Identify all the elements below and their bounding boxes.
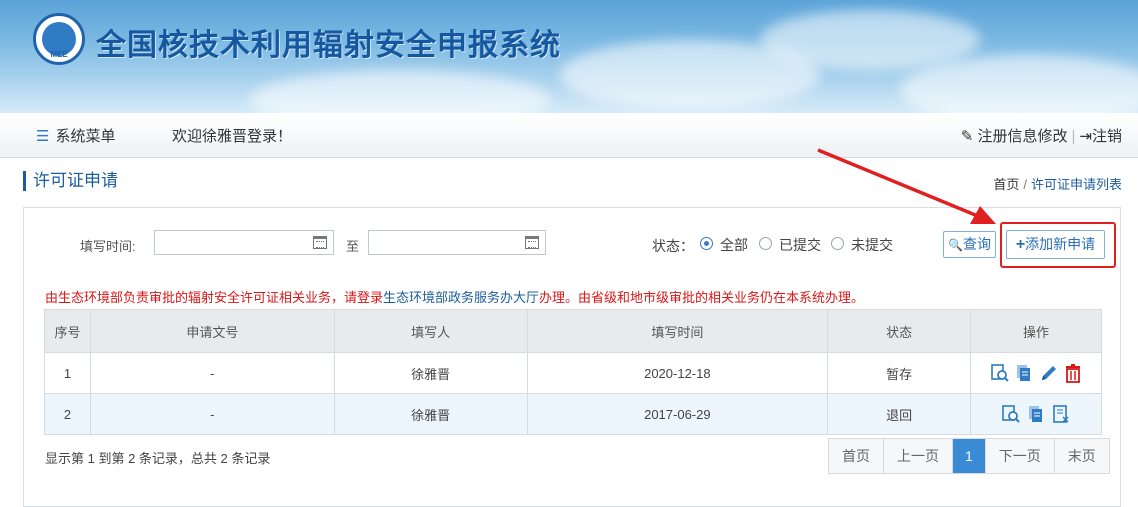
row-date: 2017-06-29 xyxy=(526,393,829,435)
status-radio-all[interactable] xyxy=(700,237,713,250)
status-option-submitted[interactable]: 已提交 xyxy=(779,235,821,255)
row-person: 徐雅晋 xyxy=(333,352,528,394)
col-doc: 申请文号 xyxy=(89,309,335,353)
logout-link[interactable]: ⇥注销 xyxy=(1079,128,1122,145)
nav-divider: | xyxy=(1071,128,1076,145)
view-icon[interactable] xyxy=(990,363,1010,383)
status-option-all[interactable]: 全部 xyxy=(720,235,748,255)
page-prev[interactable]: 上一页 xyxy=(884,439,953,473)
page-next[interactable]: 下一页 xyxy=(985,439,1055,473)
notice-after: 办理。由省级和地市级审批的相关业务仍在本系统办理。 xyxy=(539,290,865,305)
col-no: 序号 xyxy=(44,309,91,353)
mee-logo: MEE xyxy=(33,13,85,65)
breadcrumb-current: 许可证申请列表 xyxy=(1030,177,1122,192)
to-label: 至 xyxy=(346,239,360,254)
col-date: 填写时间 xyxy=(526,309,829,353)
table-row: 1 - 徐雅晋 2020-12-18 暂存 xyxy=(44,352,1102,394)
row-doc: - xyxy=(89,352,335,394)
notice-before: 由生态环境部负责审批的辐射安全许可证相关业务，请登录 xyxy=(45,290,384,305)
menu-list-icon: ☰ xyxy=(36,128,50,145)
highlight-box xyxy=(1000,222,1116,268)
logout-icon: ⇥ xyxy=(1079,128,1092,145)
page-current[interactable]: 1 xyxy=(953,439,986,473)
notice-text: 由生态环境部负责审批的辐射安全许可证相关业务，请登录生态环境部政务服务办大厅办理… xyxy=(45,287,864,306)
welcome-text: 欢迎徐雅晋登录！ xyxy=(172,128,293,145)
system-menu-button[interactable]: ☰ 系统菜单 xyxy=(36,125,115,146)
gov-service-link[interactable]: 生态环境部政务服务办大厅 xyxy=(383,290,539,305)
breadcrumb: 首页 / 许可证申请列表 xyxy=(993,177,1122,192)
page-last[interactable]: 末页 xyxy=(1054,439,1109,473)
col-status: 状态 xyxy=(827,309,972,353)
status-option-unsubmitted[interactable]: 未提交 xyxy=(851,235,893,255)
page-first[interactable]: 首页 xyxy=(829,439,884,473)
time-label: 填写时间: xyxy=(80,239,136,254)
status-radio-unsubmitted[interactable] xyxy=(831,237,844,250)
table-row: 2 - 徐雅晋 2017-06-29 退回 xyxy=(44,393,1102,435)
copy-icon[interactable] xyxy=(1015,363,1033,383)
col-person: 填写人 xyxy=(333,309,528,353)
row-status: 暂存 xyxy=(827,352,972,394)
copy-icon[interactable] xyxy=(1027,404,1045,424)
logo-text: MEE xyxy=(50,50,68,59)
page-title: 许可证申请 xyxy=(23,171,118,191)
table-header-row: 序号 申请文号 填写人 填写时间 状态 操作 xyxy=(44,309,1102,353)
pagination: 首页 上一页 1 下一页 末页 xyxy=(828,438,1110,474)
row-no: 1 xyxy=(44,352,91,394)
record-summary: 显示第 1 到第 2 条记录，总共 2 条记录 xyxy=(45,451,271,466)
row-actions xyxy=(970,352,1102,394)
col-actions: 操作 xyxy=(970,309,1102,353)
row-no: 2 xyxy=(44,393,91,435)
delete-icon[interactable] xyxy=(1064,363,1082,383)
row-status: 退回 xyxy=(827,393,972,435)
breadcrumb-home[interactable]: 首页 xyxy=(993,177,1019,192)
system-menu-label: 系统菜单 xyxy=(55,128,116,145)
search-icon: 🔍 xyxy=(948,238,963,252)
view-icon[interactable] xyxy=(1001,404,1021,424)
query-label: 查询 xyxy=(962,236,991,252)
row-actions xyxy=(970,393,1102,435)
end-date-input[interactable] xyxy=(368,230,546,255)
app-title: 全国核技术利用辐射安全申报系统 xyxy=(96,29,561,62)
calendar-icon[interactable] xyxy=(525,236,539,249)
application-table: 序号 申请文号 填写人 填写时间 状态 操作 1 - 徐雅晋 2020-12-1… xyxy=(44,309,1102,435)
edit-profile-link[interactable]: ✎ 注册信息修改 xyxy=(961,128,1068,145)
calendar-icon[interactable] xyxy=(313,236,327,249)
start-date-input[interactable] xyxy=(154,230,334,255)
row-person: 徐雅晋 xyxy=(333,393,528,435)
header-banner: MEE 全国核技术利用辐射安全申报系统 xyxy=(0,0,1138,113)
top-navbar: ☰ 系统菜单 欢迎徐雅晋登录！ ✎ 注册信息修改 | ⇥注销 xyxy=(0,113,1138,158)
edit-icon[interactable] xyxy=(1039,363,1059,383)
return-reason-icon[interactable] xyxy=(1051,404,1071,424)
row-doc: - xyxy=(89,393,335,435)
nav-right-actions: ✎ 注册信息修改 | ⇥注销 xyxy=(961,125,1122,146)
pencil-icon: ✎ xyxy=(960,128,974,145)
row-date: 2020-12-18 xyxy=(526,352,829,394)
status-radio-submitted[interactable] xyxy=(759,237,772,250)
logout-label: 注销 xyxy=(1091,128,1122,145)
edit-profile-label: 注册信息修改 xyxy=(977,128,1068,145)
query-button[interactable]: 🔍查询 xyxy=(943,231,996,258)
status-label: 状态： xyxy=(652,238,694,254)
